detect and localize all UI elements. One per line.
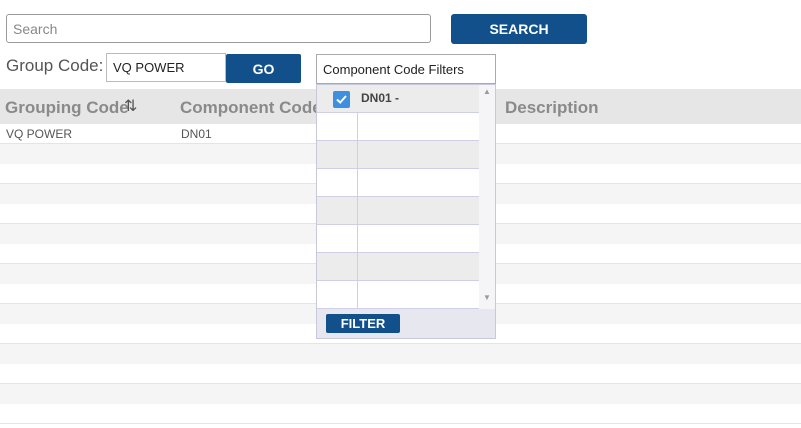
filter-list-item[interactable] [317, 281, 479, 309]
sort-icon[interactable]: ⇅ [124, 96, 137, 116]
checkbox-checked-icon[interactable] [333, 91, 350, 108]
column-header-component-code[interactable]: Component Code [180, 98, 322, 118]
group-code-input[interactable] [106, 53, 226, 82]
filter-list-item[interactable]: DN01 - [317, 85, 479, 113]
cell-grouping-code: VQ POWER [6, 127, 73, 141]
filter-list-item[interactable] [317, 225, 479, 253]
component-filter-list: DN01 - [317, 85, 479, 309]
list-divider [357, 85, 358, 309]
filter-list-item[interactable] [317, 113, 479, 141]
search-button[interactable]: SEARCH [451, 14, 587, 44]
scroll-down-icon[interactable]: ▼ [483, 293, 491, 302]
table-row[interactable] [0, 344, 801, 364]
component-code-filter-select[interactable]: Component Code Filters [316, 54, 496, 84]
cell-component-code: DN01 [181, 127, 212, 141]
go-button[interactable]: GO [226, 54, 301, 83]
filter-list-item[interactable] [317, 141, 479, 169]
group-code-label: Group Code: [6, 56, 104, 75]
table-row[interactable] [0, 364, 801, 384]
filter-list-item[interactable] [317, 197, 479, 225]
dropdown-scrollbar[interactable]: ▲ ▼ [479, 85, 495, 309]
table-row[interactable] [0, 384, 801, 404]
column-header-grouping-code[interactable]: Grouping Code [5, 98, 129, 118]
search-input[interactable] [6, 14, 431, 43]
filter-button[interactable]: FILTER [326, 314, 400, 333]
table-row[interactable] [0, 404, 801, 424]
filter-list-item[interactable] [317, 253, 479, 281]
filter-item-label: DN01 - [361, 91, 400, 105]
filter-list-item[interactable] [317, 169, 479, 197]
column-header-description[interactable]: Description [505, 98, 599, 118]
scroll-up-icon[interactable]: ▲ [483, 87, 491, 96]
